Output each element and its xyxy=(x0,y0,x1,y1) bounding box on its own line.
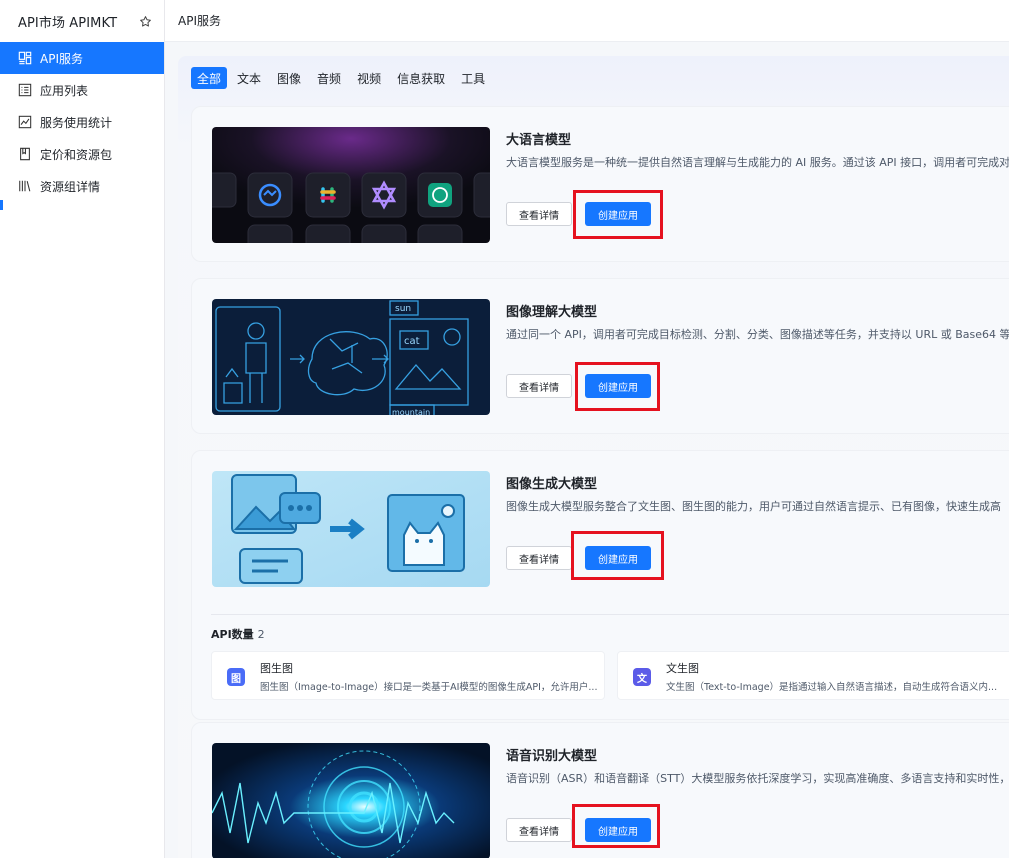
dashboard-icon xyxy=(18,51,32,65)
service-title: 语音识别大模型 xyxy=(506,749,598,764)
tab-all[interactable]: 全部 xyxy=(191,67,228,89)
sidebar: API市场 APIMKT API服务 应用列表 服务使用统计 定价和资源包 资源… xyxy=(0,0,165,858)
tab-tools[interactable]: 工具 xyxy=(455,67,491,89)
view-details-button[interactable]: 查看详情 xyxy=(506,374,572,398)
api-description: 图生图（Image-to-Image）接口是一类基于AI模型的图像生成API，允… xyxy=(260,682,598,693)
sidebar-item-label: 资源组详情 xyxy=(40,179,101,194)
tab-text[interactable]: 文本 xyxy=(231,67,267,89)
category-tabs: 全部 文本 图像 音频 视频 信息获取 工具 xyxy=(191,67,491,89)
tab-video[interactable]: 视频 xyxy=(351,67,387,89)
image-icon: 图 xyxy=(227,668,245,686)
view-details-button[interactable]: 查看详情 xyxy=(506,546,572,570)
api-card-text-to-image[interactable]: 文 文生图 文生图（Text-to-Image）是指通过输入自然语言描述，自动生… xyxy=(617,651,1009,700)
create-app-button[interactable]: 创建应用 xyxy=(585,374,651,398)
view-details-button[interactable]: 查看详情 xyxy=(506,818,572,842)
service-card-image-understanding: sun cat mountain 图像理解大模型 通过同一个 API，调用者可完… xyxy=(191,278,1009,434)
tab-info[interactable]: 信息获取 xyxy=(391,67,451,89)
speech-thumbnail xyxy=(212,743,490,858)
llm-thumbnail xyxy=(212,127,490,243)
tab-image[interactable]: 图像 xyxy=(271,67,307,89)
service-title: 大语言模型 xyxy=(506,133,572,148)
sidebar-item-usage-stats[interactable]: 服务使用统计 xyxy=(0,106,164,138)
service-description: 通过同一个 API，调用者可完成目标检测、分割、分类、图像描述等任务，并支持以 … xyxy=(506,328,1009,341)
api-card-image-to-image[interactable]: 图 图生图 图生图（Image-to-Image）接口是一类基于AI模型的图像生… xyxy=(211,651,605,700)
create-app-button[interactable]: 创建应用 xyxy=(585,818,651,842)
label-mountain: mountain xyxy=(392,408,430,415)
label-cat: cat xyxy=(404,336,420,347)
service-panel: 全部 文本 图像 音频 视频 信息获取 工具 大语言模型 大语言模型服务是一种统… xyxy=(178,56,1009,858)
text-icon: 文 xyxy=(633,668,651,686)
create-app-button[interactable]: 创建应用 xyxy=(585,202,651,226)
list-icon xyxy=(18,83,32,97)
sidebar-item-label: 服务使用统计 xyxy=(40,115,113,130)
page-title: API服务 xyxy=(178,14,221,28)
sidebar-item-label: 应用列表 xyxy=(40,83,89,98)
image-generation-thumbnail xyxy=(212,471,490,587)
sidebar-item-resource-group[interactable]: 资源组详情 xyxy=(0,170,164,202)
service-title: 图像生成大模型 xyxy=(506,477,598,492)
api-name: 文生图 xyxy=(666,662,699,675)
app-title: API市场 APIMKT xyxy=(18,15,118,31)
api-count-label: API数量 xyxy=(211,628,254,641)
sidebar-header: API市场 APIMKT xyxy=(0,0,164,42)
sidebar-item-label: API服务 xyxy=(40,51,83,66)
edge-indicator xyxy=(0,200,3,210)
api-name: 图生图 xyxy=(260,662,293,675)
service-card-llm: 大语言模型 大语言模型服务是一种统一提供自然语言理解与生成能力的 AI 服务。通… xyxy=(191,106,1009,262)
service-description: 大语言模型服务是一种统一提供自然语言理解与生成能力的 AI 服务。通过该 API… xyxy=(506,156,1009,169)
sidebar-item-label: 定价和资源包 xyxy=(40,147,113,162)
service-description: 图像生成大模型服务整合了文生图、图生图的能力，用户可通过自然语言提示、已有图像，… xyxy=(506,500,1001,513)
star-icon[interactable] xyxy=(138,14,152,28)
sidebar-item-app-list[interactable]: 应用列表 xyxy=(0,74,164,106)
sidebar-item-pricing[interactable]: 定价和资源包 xyxy=(0,138,164,170)
book-icon xyxy=(18,147,32,161)
label-sun: sun xyxy=(395,304,411,314)
view-details-button[interactable]: 查看详情 xyxy=(506,202,572,226)
library-icon xyxy=(18,179,32,193)
divider xyxy=(211,614,1009,615)
service-description: 语音识别（ASR）和语音翻译（STT）大模型服务依托深度学习，实现高准确度、多语… xyxy=(506,772,1009,785)
sidebar-item-api-services[interactable]: API服务 xyxy=(0,42,164,74)
breadcrumb: API服务 xyxy=(165,0,1009,42)
create-app-button[interactable]: 创建应用 xyxy=(585,546,651,570)
image-understanding-thumbnail: sun cat mountain xyxy=(212,299,490,415)
api-description: 文生图（Text-to-Image）是指通过输入自然语言描述，自动生成符合语义内… xyxy=(666,682,998,693)
service-title: 图像理解大模型 xyxy=(506,305,598,320)
main-content: 全部 文本 图像 音频 视频 信息获取 工具 大语言模型 大语言模型服务是一种统… xyxy=(165,42,1009,858)
api-count-value: 2 xyxy=(257,628,265,641)
api-count: API数量 2 xyxy=(211,626,265,642)
service-card-speech: 语音识别大模型 语音识别（ASR）和语音翻译（STT）大模型服务依托深度学习，实… xyxy=(191,722,1009,858)
tab-audio[interactable]: 音频 xyxy=(311,67,347,89)
chart-icon xyxy=(18,115,32,129)
